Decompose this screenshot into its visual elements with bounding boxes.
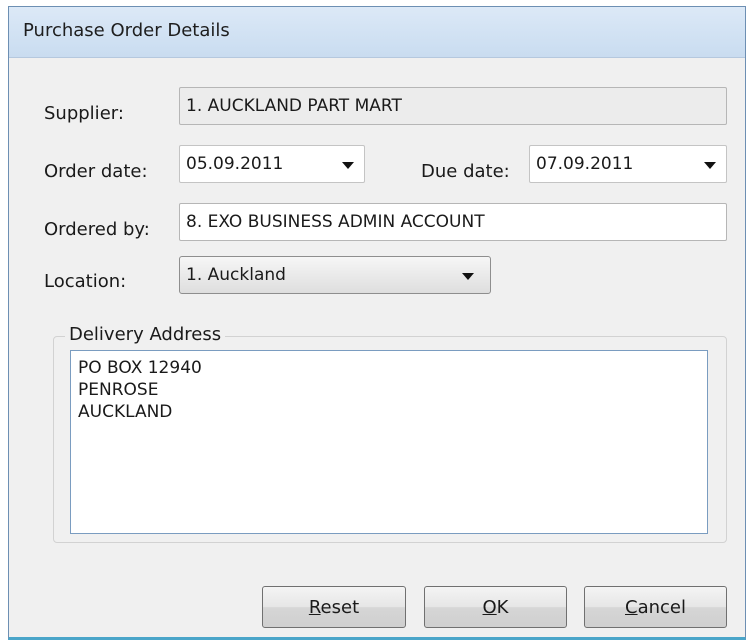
reset-label: eset: [320, 597, 360, 618]
ok-mnemonic: O: [482, 597, 497, 618]
location-dropdown[interactable]: 1. Auckland: [179, 256, 491, 294]
order-date-value: 05.09.2011: [186, 154, 284, 174]
cancel-mnemonic: C: [625, 597, 638, 618]
address-line: PENROSE: [78, 380, 159, 400]
cancel-label: ancel: [637, 597, 686, 618]
ordered-by-value: 8. EXO BUSINESS ADMIN ACCOUNT: [186, 212, 485, 232]
ok-button[interactable]: OK: [424, 586, 567, 628]
title-bar[interactable]: Purchase Order Details: [9, 7, 745, 58]
chevron-down-icon[interactable]: [462, 273, 474, 280]
ordered-by-field[interactable]: 8. EXO BUSINESS ADMIN ACCOUNT: [179, 203, 727, 241]
cancel-button[interactable]: Cancel: [584, 586, 727, 628]
supplier-field: 1. AUCKLAND PART MART: [179, 87, 727, 125]
due-date-label: Due date:: [421, 161, 510, 182]
address-line: PO BOX 12940: [78, 358, 202, 378]
ordered-by-label: Ordered by:: [44, 219, 150, 240]
reset-button[interactable]: Reset: [262, 586, 406, 628]
window-title: Purchase Order Details: [23, 20, 230, 41]
location-value: 1. Auckland: [186, 265, 286, 285]
order-date-label: Order date:: [44, 161, 148, 182]
delivery-address-textarea[interactable]: PO BOX 12940 PENROSE AUCKLAND: [70, 350, 708, 534]
reset-mnemonic: R: [308, 597, 321, 618]
due-date-picker[interactable]: 07.09.2011: [529, 145, 727, 183]
chevron-down-icon[interactable]: [342, 162, 354, 169]
supplier-value: 1. AUCKLAND PART MART: [186, 96, 402, 116]
due-date-value: 07.09.2011: [536, 154, 634, 174]
address-line: AUCKLAND: [78, 402, 173, 422]
ok-label: K: [496, 597, 509, 618]
delivery-address-legend: Delivery Address: [65, 324, 226, 345]
location-label: Location:: [44, 271, 127, 292]
order-date-picker[interactable]: 05.09.2011: [179, 145, 365, 183]
purchase-order-dialog: Purchase Order Details Supplier: 1. AUCK…: [8, 6, 746, 640]
chevron-down-icon[interactable]: [704, 162, 716, 169]
supplier-label: Supplier:: [44, 103, 124, 124]
